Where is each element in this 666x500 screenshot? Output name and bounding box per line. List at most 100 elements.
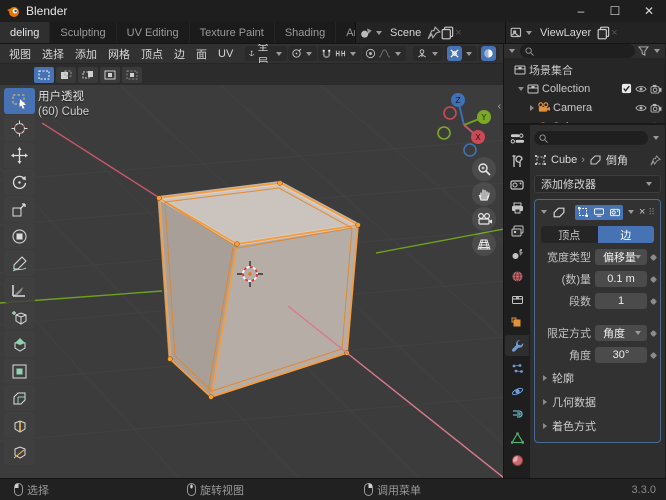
editor-type-selector[interactable] — [505, 128, 529, 149]
tool-loop-cut[interactable] — [4, 412, 35, 438]
section-profile[interactable]: 轮廓 — [539, 368, 656, 388]
view-layer-selector[interactable]: ViewLayer × — [505, 22, 666, 43]
proportional-editing[interactable] — [362, 46, 407, 61]
tool-annotate[interactable] — [4, 250, 35, 276]
show-gizmo-dropdown[interactable] — [413, 46, 443, 61]
new-view-layer-icon[interactable] — [597, 26, 611, 40]
menu-view[interactable]: 视图 — [4, 46, 36, 62]
tab-particle-properties[interactable] — [505, 358, 529, 379]
collection-checkbox-icon[interactable] — [621, 83, 632, 94]
minimize-button[interactable]: – — [564, 0, 598, 22]
cube-mesh[interactable] — [156, 180, 361, 400]
tool-inset-faces[interactable] — [4, 358, 35, 384]
outliner-row-camera[interactable]: Camera — [504, 98, 665, 117]
menu-select[interactable]: 选择 — [37, 46, 69, 62]
pivot-point-dropdown[interactable] — [288, 46, 318, 61]
angle-field[interactable]: 30° — [595, 347, 647, 363]
tool-select-box[interactable] — [4, 88, 35, 114]
gizmo-y-neg-axis[interactable] — [437, 126, 451, 140]
view-layer-dropdown-icon[interactable] — [526, 30, 532, 35]
workspace-tab-shading[interactable]: Shading — [275, 22, 337, 43]
workspace-tab-texture-paint[interactable]: Texture Paint — [190, 22, 275, 43]
section-geometry[interactable]: 几何数据 — [539, 392, 656, 412]
menu-add[interactable]: 添加 — [70, 46, 102, 62]
tab-output-properties[interactable] — [505, 197, 529, 218]
collection-expand-icon[interactable] — [518, 86, 524, 91]
pin-id-icon[interactable] — [650, 154, 661, 166]
tool-knife[interactable] — [4, 439, 35, 465]
scene-dropdown-icon[interactable] — [376, 30, 382, 35]
section-shading[interactable]: 着色方式 — [539, 416, 656, 436]
menu-uv[interactable]: UV — [213, 48, 238, 60]
breadcrumb-object-name[interactable]: Cube — [551, 154, 577, 166]
gizmo-z-neg-axis[interactable] — [463, 143, 477, 157]
toggle-perspective-button[interactable] — [472, 232, 496, 256]
tab-modifier-properties[interactable] — [505, 335, 529, 356]
tab-render-properties[interactable] — [505, 174, 529, 195]
camera-hide-eye-icon[interactable] — [635, 103, 647, 113]
delete-modifier-icon[interactable]: × — [639, 206, 645, 218]
tab-physics-properties[interactable] — [505, 381, 529, 402]
menu-vertex[interactable]: 顶点 — [136, 46, 168, 62]
outliner-row-collection[interactable]: Collection — [504, 79, 665, 98]
camera-render-camera-icon[interactable] — [650, 103, 662, 113]
outliner-editor-menu-icon[interactable] — [509, 49, 515, 53]
segments-field[interactable]: 1 — [595, 293, 647, 309]
tool-transform[interactable] — [4, 223, 35, 249]
tool-bevel[interactable] — [4, 385, 35, 411]
outliner-row-scene-collection[interactable]: 场景集合 — [504, 60, 665, 79]
tab-scene-properties[interactable] — [505, 243, 529, 264]
width-type-animate-dot[interactable] — [649, 253, 658, 261]
workspace-tab-sculpting[interactable]: Sculpting — [50, 22, 117, 43]
filter-icon[interactable] — [638, 46, 649, 56]
outliner-search-input[interactable] — [520, 44, 635, 58]
collection-render-camera-icon[interactable] — [650, 84, 662, 94]
tool-extrude-region[interactable] — [4, 331, 35, 357]
select-mode-intersect-button[interactable] — [122, 66, 142, 83]
viewport-3d[interactable]: 用户透视 (60) Cube ‹ Z Y X — [0, 85, 503, 478]
sidebar-toggle-arrow[interactable]: ‹ — [498, 101, 501, 112]
modifier-drag-handle[interactable]: ⠿ — [648, 208, 656, 217]
realtime-display-toggle[interactable] — [590, 204, 607, 220]
tool-add-cube[interactable] — [4, 304, 35, 330]
scene-name[interactable]: Scene — [384, 27, 427, 39]
collection-hide-eye-icon[interactable] — [635, 84, 647, 94]
maximize-button[interactable]: ☐ — [598, 0, 632, 22]
limit-method-dropdown[interactable]: 角度 — [595, 325, 647, 341]
camera-expand-icon[interactable] — [530, 104, 534, 111]
close-button[interactable]: ✕ — [632, 0, 666, 22]
width-type-dropdown[interactable]: 偏移量 — [595, 249, 647, 265]
select-mode-set-button[interactable] — [34, 66, 54, 83]
tool-cursor[interactable] — [4, 115, 35, 141]
render-display-toggle[interactable] — [606, 204, 623, 220]
new-scene-icon[interactable] — [441, 26, 455, 40]
select-mode-extend-button[interactable] — [56, 66, 76, 83]
angle-animate-dot[interactable] — [649, 351, 658, 359]
outliner-row-cube[interactable]: Cube — [504, 117, 665, 123]
amount-field[interactable]: 0.1 m — [595, 271, 647, 287]
affect-vertices-tab[interactable]: 顶点 — [541, 226, 598, 243]
tool-measure[interactable] — [4, 277, 35, 303]
tool-scale[interactable] — [4, 196, 35, 222]
navigation-gizmo[interactable]: Z Y X — [430, 89, 496, 159]
transform-orientation-dropdown[interactable]: 全局 — [245, 44, 288, 63]
affect-edges-tab[interactable]: 边 — [597, 226, 654, 243]
tab-world-properties[interactable] — [505, 266, 529, 287]
select-mode-subtract-button[interactable] — [78, 66, 98, 83]
breadcrumb-modifier-name[interactable]: 倒角 — [606, 152, 628, 168]
tab-view-layer-properties[interactable] — [505, 220, 529, 241]
gizmo-x-neg-axis[interactable] — [443, 106, 457, 120]
edit-mode-display-toggle[interactable] — [574, 204, 591, 220]
menu-edge[interactable]: 边 — [169, 46, 190, 62]
pan-view-button[interactable] — [472, 182, 496, 206]
limit-method-animate-dot[interactable] — [649, 329, 658, 337]
camera-view-button[interactable] — [472, 207, 496, 231]
menu-mesh[interactable]: 网格 — [103, 46, 135, 62]
tab-collection-properties[interactable] — [505, 289, 529, 310]
zoom-view-button[interactable] — [472, 157, 496, 181]
select-mode-invert-button[interactable] — [100, 66, 120, 83]
segments-animate-dot[interactable] — [649, 297, 658, 305]
view-layer-name[interactable]: ViewLayer — [534, 27, 597, 39]
properties-options-icon[interactable] — [653, 136, 659, 140]
properties-search-input[interactable] — [534, 131, 648, 145]
